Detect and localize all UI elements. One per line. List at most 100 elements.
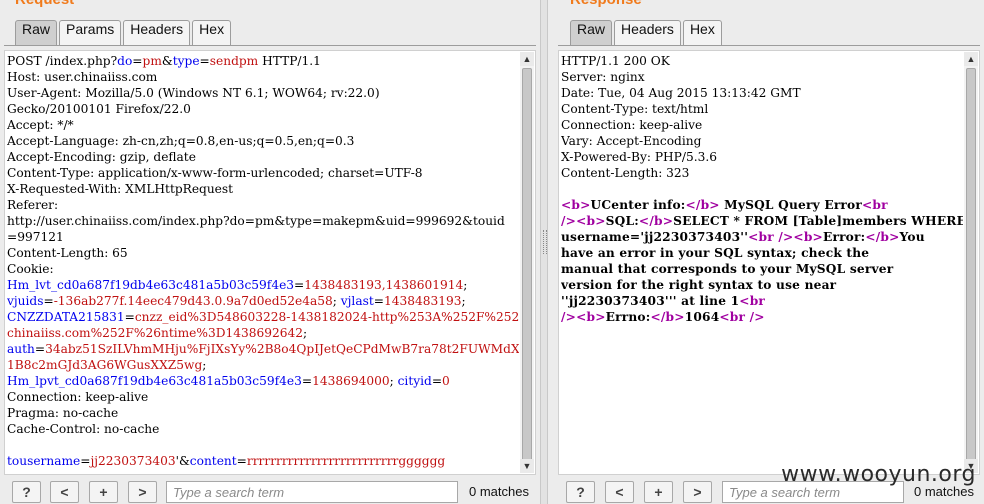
text-line: /><b>SQL:</b>SELECT * FROM [Table]member… [561,213,963,229]
text-segment: MySQL Query Error [719,198,863,212]
add-button[interactable]: + [89,481,118,503]
text-line: Vary: Accept-Encoding [561,133,963,149]
param-name: CNZZDATA215831 [7,310,125,324]
tab-hex[interactable]: Hex [682,20,722,45]
text-segment: Content-Length: 65 [7,246,128,260]
tab-headers[interactable]: Headers [614,20,681,45]
text-segment: User-Agent: Mozilla/5.0 (Windows NT 6.1;… [7,86,380,100]
param-value: 1438483193 [383,294,462,308]
text-segment: X-Powered-By: PHP/5.3.6 [561,150,717,164]
text-segment: Connection: keep-alive [561,118,703,132]
help-button[interactable]: ? [12,481,41,503]
text-line: Date: Tue, 04 Aug 2015 13:13:42 GMT [561,85,963,101]
text-segment: = [199,54,210,68]
text-line: X-Powered-By: PHP/5.3.6 [561,149,963,165]
text-segment: Cookie: [7,262,54,276]
param-value: cnzz_eid%3D548603228-1438182024-http%253… [134,310,519,324]
response-content[interactable]: HTTP/1.1 200 OK Server: nginx Date: Tue, 0… [561,53,963,472]
search-input[interactable] [166,481,458,503]
html-tag: <b> [576,310,606,324]
text-line: Content-Type: application/x-www-form-url… [7,165,519,181]
text-segment: ; [463,278,468,292]
tab-raw[interactable]: Raw [570,20,613,45]
request-title: Request [15,0,74,8]
tab-hex[interactable]: Hex [192,20,232,45]
scroll-thumb[interactable] [966,68,976,462]
text-segment: Accept-Language: zh-cn,zh;q=0.8,en-us;q=… [7,134,355,148]
param-value: -136ab277f.14eec479d43.0.9a7d0ed52e4a58 [53,294,333,308]
text-segment: SELECT * FROM [Table]members WHERE [673,214,963,228]
html-tag: <br /> [719,310,765,324]
response-panel: Response Raw Headers Hex HTTP/1.1 200 OK… [548,0,984,504]
next-button[interactable]: > [128,481,157,503]
text-segment: = [43,294,54,308]
request-scrollbar[interactable]: ▲ ▼ [520,52,534,473]
tab-divider [4,45,536,46]
text-segment: = [80,454,91,468]
match-count: 0 matches [469,484,529,499]
tab-headers[interactable]: Headers [123,20,191,45]
text-line: Cookie: [7,261,519,277]
text-segment: = [34,342,46,356]
help-button[interactable]: ? [566,481,595,503]
text-line: vjuids=-136ab277f.14eec479d43.0.9a7d0ed5… [7,293,519,309]
text-line: CNZZDATA215831=cnzz_eid%3D548603228-1438… [7,309,519,325]
text-line: Accept: */* [7,117,519,133]
request-content[interactable]: POST /index.php?do=pm&type=sendpm HTTP/1… [7,53,519,472]
text-segment: = [236,454,247,468]
text-segment: =997121 [7,230,64,244]
text-segment: = [373,294,384,308]
add-button[interactable]: + [644,481,673,503]
html-tag: </b> [865,230,900,244]
text-segment: ; [332,294,341,308]
text-segment: = [301,374,313,388]
text-line: 1B8c2mGJd3AG6WGusXXZ5wg; [7,357,519,373]
response-text-editor[interactable]: HTTP/1.1 200 OK Server: nginx Date: Tue, 0… [558,50,980,475]
scroll-down-icon[interactable]: ▼ [520,459,534,473]
param-value: jj2230373403 [90,454,176,468]
text-line: User-Agent: Mozilla/5.0 (Windows NT 6.1;… [7,85,519,101]
text-line: chinaiiss.com%252F%26ntime%3D1438692642; [7,325,519,341]
text-segment: HTTP/1.1 [258,54,321,68]
panel-splitter[interactable] [540,0,548,504]
response-scrollbar[interactable]: ▲ ▼ [964,52,978,473]
html-tag: <br [739,294,766,308]
scroll-thumb[interactable] [522,68,532,462]
text-segment: http://user.chinaiiss.com/index.php?do=p… [7,214,505,228]
previous-button[interactable]: < [605,481,634,503]
text-line: X-Requested-With: XMLHttpRequest [7,181,519,197]
text-line: Host: user.chinaiiss.com [7,69,519,85]
request-panel: Request Raw Params Headers Hex POST /ind… [0,0,540,504]
text-line: username='jj2230373403''<br /><b>Error:<… [561,229,963,245]
text-segment: Connection: keep-alive [7,390,149,404]
text-segment: Accept: */* [7,118,74,132]
param-name: do [117,54,133,68]
text-line: Connection: keep-alive [561,117,963,133]
param-value: 1B8c2mGJd3AG6WGusXXZ5wg [7,358,203,372]
text-line: Accept-Encoding: gzip, deflate [7,149,519,165]
text-line: =997121 [7,229,519,245]
request-tabs: Raw Params Headers Hex [15,20,233,45]
param-value: 1438483193,1438601914 [304,278,464,292]
tab-params[interactable]: Params [59,20,122,45]
html-tag: <br /> [748,230,794,244]
param-value: sendpm [209,54,259,68]
splitter-grip[interactable] [543,230,547,254]
text-segment: Errno: [605,310,651,324]
text-line: have an error in your SQL syntax; check … [561,245,963,261]
param-value: 0 [442,374,450,388]
text-line: Pragma: no-cache [7,405,519,421]
scroll-up-icon[interactable]: ▲ [520,52,534,66]
next-button[interactable]: > [683,481,712,503]
param-name: Hm_lvt_cd0a687f19db4e63c481a5b03c59f4e3 [7,278,295,292]
text-line: tousername=jj2230373403'&content=rrrrrrr… [7,453,519,469]
request-text-editor[interactable]: POST /index.php?do=pm&type=sendpm HTTP/1… [4,50,536,475]
previous-button[interactable]: < [50,481,79,503]
tab-raw[interactable]: Raw [15,20,58,45]
text-line: Content-Type: text/html [561,101,963,117]
text-segment: UCenter info: [590,198,686,212]
scroll-up-icon[interactable]: ▲ [964,52,978,66]
request-search-bar: ? < + > 0 matches [0,479,540,504]
text-segment: username='jj2230373403'' [561,230,749,244]
text-line: <b>UCenter info:</b> MySQL Query Error<b… [561,197,963,213]
